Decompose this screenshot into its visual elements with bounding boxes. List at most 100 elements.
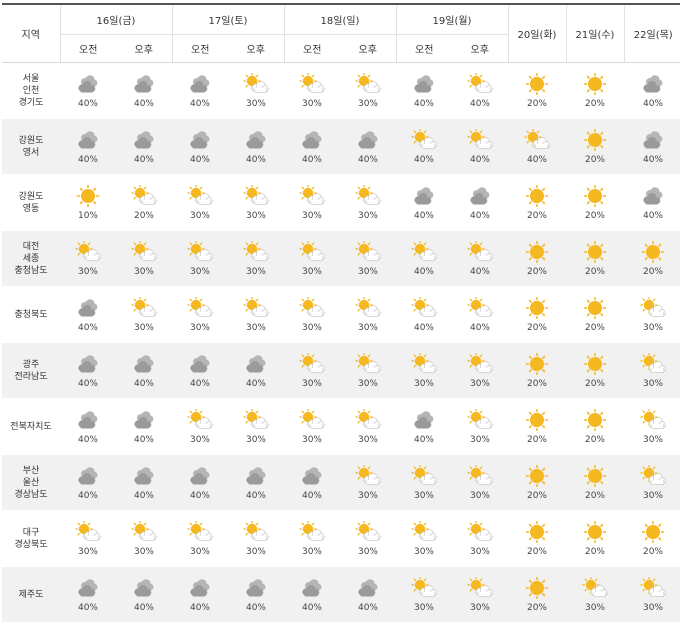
forecast-cell-18-pm: 30% [340,286,396,343]
forecast-cell-16-pm: 40% [116,398,172,455]
precip-probability: 40% [133,378,154,389]
forecast-cell-19-am: 40% [396,118,452,175]
forecast-cell-20: 20% [508,398,566,455]
forecast-cell-20: 20% [508,566,566,623]
precip-probability: 30% [357,490,378,501]
precip-probability: 30% [642,378,663,389]
region-cell: 대구 경상북도 [2,510,60,567]
precip-probability: 30% [301,266,322,277]
region-cell: 서울 인천 경기도 [2,62,60,119]
partly-cloudy-icon [242,296,270,319]
precip-probability: 40% [526,154,547,165]
partly-cloudy-icon [354,296,382,319]
forecast-cell-17-am: 40% [172,342,228,399]
day-header-17: 17일(토) [171,3,284,35]
precip-probability: 40% [413,210,434,221]
precip-probability: 40% [245,602,266,613]
forecast-cell-17-pm: 40% [228,454,284,511]
precip-probability: 20% [526,434,547,445]
forecast-cell-18-am: 30% [284,510,340,567]
partly-cloudy-icon [466,576,494,599]
cloudy-icon [130,409,158,431]
partly-cloudy-icon [298,184,326,207]
partly-cloudy-icon [523,128,551,151]
precip-probability: 30% [301,546,322,557]
forecast-cell-16-pm: 40% [116,454,172,511]
forecast-cell-16-pm: 40% [116,342,172,399]
cloudy-icon [74,409,102,431]
sun-icon [523,72,551,95]
sun-icon [581,296,609,319]
cloudy-icon [130,465,158,487]
partly-cloudy-icon [186,184,214,207]
precip-probability: 20% [133,210,154,221]
precip-probability: 40% [189,490,210,501]
precip-probability: 30% [189,546,210,557]
forecast-cell-18-am: 30% [284,398,340,455]
region-name-line: 울산 [22,477,40,488]
precip-probability: 40% [77,602,98,613]
precip-probability: 30% [77,266,98,277]
precip-probability: 10% [77,210,98,221]
forecast-cell-22: 40% [624,62,680,119]
precip-probability: 20% [526,378,547,389]
region-name-line: 서울 [22,73,40,84]
forecast-cell-21: 20% [566,510,624,567]
forecast-cell-18-am: 30% [284,286,340,343]
cloudy-icon [74,353,102,375]
cloudy-icon [130,73,158,95]
forecast-cell-17-pm: 30% [228,174,284,231]
partly-cloudy-icon [581,576,609,599]
cloudy-icon [639,129,667,151]
forecast-cell-17-am: 30% [172,230,228,287]
region-name-line: 전라남도 [14,371,48,382]
sun-icon [581,464,609,487]
partly-cloudy-icon [410,464,438,487]
precip-probability: 20% [584,210,605,221]
forecast-cell-17-pm: 40% [228,342,284,399]
precip-probability: 30% [413,602,434,613]
precip-probability: 30% [469,546,490,557]
sun-icon [639,240,667,263]
forecast-cell-16-pm: 40% [116,566,172,623]
cloudy-icon [639,185,667,207]
precip-probability: 30% [245,98,266,109]
precip-probability: 30% [357,378,378,389]
region-name-line: 세종 [22,253,40,264]
forecast-cell-20: 20% [508,342,566,399]
sun-icon [581,72,609,95]
partly-cloudy-icon [298,520,326,543]
precip-probability: 40% [77,378,98,389]
forecast-cell-21: 30% [566,566,624,623]
precip-probability: 20% [584,434,605,445]
sun-icon [523,184,551,207]
partly-cloudy-icon [354,464,382,487]
forecast-cell-18-am: 30% [284,230,340,287]
partly-cloudy-icon [186,240,214,263]
cloudy-icon [242,353,270,375]
sun-icon [639,520,667,543]
forecast-cell-19-am: 30% [396,454,452,511]
partly-cloudy-icon [410,576,438,599]
table-row: 전북자치도 40% 40% 30% 30% 30% 30% 40% 30% 20% 20% 30% [2,398,680,455]
cloudy-icon [186,73,214,95]
forecast-cell-21: 20% [566,62,624,119]
precip-probability: 20% [584,546,605,557]
day-header-18: 18일(일) [283,3,396,35]
forecast-cell-18-pm: 30% [340,230,396,287]
precip-probability: 40% [469,98,490,109]
forecast-cell-17-pm: 40% [228,118,284,175]
cloudy-icon [242,129,270,151]
sun-icon [581,520,609,543]
forecast-cell-20: 20% [508,174,566,231]
region-cell: 강원도 영동 [2,174,60,231]
precip-probability: 40% [301,490,322,501]
forecast-cell-21: 20% [566,230,624,287]
forecast-cell-17-pm: 30% [228,510,284,567]
pm-header: 오후 [452,34,508,63]
forecast-cell-17-am: 40% [172,454,228,511]
partly-cloudy-icon [410,296,438,319]
region-name-line: 충청북도 [14,309,48,320]
partly-cloudy-icon [242,520,270,543]
precip-probability: 20% [526,602,547,613]
